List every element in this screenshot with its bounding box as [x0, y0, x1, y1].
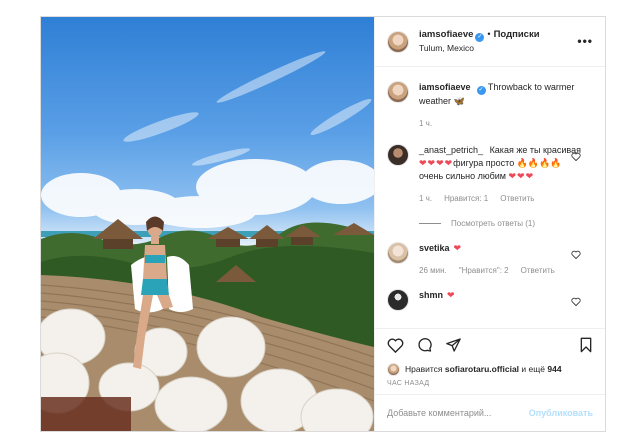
- liker-username[interactable]: sofiarotaru.official: [445, 364, 519, 374]
- comment-text: очень сильно любим: [419, 171, 509, 181]
- author-avatar[interactable]: [387, 30, 409, 53]
- author-avatar[interactable]: [387, 81, 409, 103]
- comment-time: 1 ч.: [419, 194, 433, 203]
- beach-photo-illustration: [41, 51, 374, 431]
- caption-username[interactable]: iamsofiaeve: [419, 82, 471, 92]
- comment-emoji: 🔥🔥🔥🔥: [516, 158, 562, 168]
- likes-middle: и ещё: [521, 364, 545, 374]
- likes-summary[interactable]: Нравится sofiarotaru.official и ещё 944: [375, 360, 605, 378]
- comment-hearts: ❤❤❤: [508, 171, 535, 181]
- comment-meta: 1 ч. Нравится: 1 Ответить: [419, 192, 584, 205]
- comment-bubble-icon[interactable]: [416, 337, 433, 353]
- caption-time: 1 ч.: [419, 119, 433, 128]
- comment-text: фигура просто: [453, 158, 517, 168]
- comment-row: _anast_petrich_ Какая же ты красивая ❤❤❤…: [387, 144, 593, 205]
- commenter-username[interactable]: svetika: [419, 243, 450, 253]
- liker-avatar: [387, 362, 400, 376]
- comment-hearts: ❤: [453, 243, 463, 253]
- likes-prefix: Нравится: [405, 364, 443, 374]
- publish-button[interactable]: Опубликовать: [529, 408, 593, 418]
- commenter-avatar[interactable]: [387, 144, 409, 166]
- comments-list: iamsofiaeve ✓ Throwback to warmer weather…: [375, 67, 605, 328]
- comment-input[interactable]: [387, 408, 529, 418]
- comment-likes[interactable]: Нравится: 1: [444, 194, 488, 203]
- add-comment-bar: Опубликовать: [375, 394, 605, 431]
- commenter-username[interactable]: _anast_petrich_: [419, 145, 483, 155]
- commenter-avatar[interactable]: [387, 289, 409, 311]
- comment-meta: 26 мин. "Нравится": 2 Ответить: [419, 264, 584, 277]
- caption-row: iamsofiaeve ✓ Throwback to warmer weather…: [387, 81, 593, 130]
- like-comment-heart-icon[interactable]: [571, 250, 581, 259]
- more-options-icon[interactable]: •••: [577, 34, 593, 48]
- like-comment-heart-icon[interactable]: [571, 297, 581, 306]
- post-time-ago: ЧАС НАЗАД: [387, 380, 430, 387]
- post-header: iamsofiaeve ✓ • Подписки Tulum, Mexico •••: [375, 17, 605, 67]
- reply-button[interactable]: Ответить: [521, 266, 555, 275]
- comment-hearts: ❤❤❤❤: [419, 158, 454, 168]
- view-replies-button[interactable]: Посмотреть ответы (1): [419, 219, 593, 228]
- post-actions: [375, 328, 605, 360]
- commenter-avatar[interactable]: [387, 242, 409, 264]
- author-username[interactable]: iamsofiaeve: [419, 29, 473, 40]
- comment-likes[interactable]: "Нравится": 2: [459, 266, 509, 275]
- like-comment-heart-icon[interactable]: [571, 152, 581, 161]
- save-bookmark-icon[interactable]: [579, 337, 593, 353]
- post-sidebar: iamsofiaeve ✓ • Подписки Tulum, Mexico ••• …: [374, 17, 605, 431]
- verified-badge-icon: ✓: [476, 86, 486, 95]
- like-heart-icon[interactable]: [387, 337, 404, 353]
- replies-divider: [419, 223, 441, 224]
- comment-time: 26 мин.: [419, 266, 447, 275]
- post-photo[interactable]: [41, 17, 374, 431]
- reply-button[interactable]: Ответить: [500, 194, 534, 203]
- share-paper-plane-icon[interactable]: [445, 337, 462, 353]
- comment-row: svetika ❤ 26 мин. "Нравится": 2 Ответить: [387, 242, 593, 277]
- comment-hearts: ❤: [447, 290, 456, 300]
- likes-count[interactable]: 944: [547, 364, 561, 374]
- following-button[interactable]: Подписки: [494, 29, 540, 40]
- header-separator: •: [487, 29, 491, 39]
- instagram-post: iamsofiaeve ✓ • Подписки Tulum, Mexico ••• …: [40, 16, 606, 432]
- verified-badge-icon: ✓: [475, 33, 485, 42]
- comment-text: Какая же ты красивая: [489, 145, 581, 155]
- post-location[interactable]: Tulum, Mexico: [419, 42, 540, 55]
- commenter-username[interactable]: shmn: [419, 290, 443, 300]
- comment-row: shmn ❤: [387, 289, 593, 311]
